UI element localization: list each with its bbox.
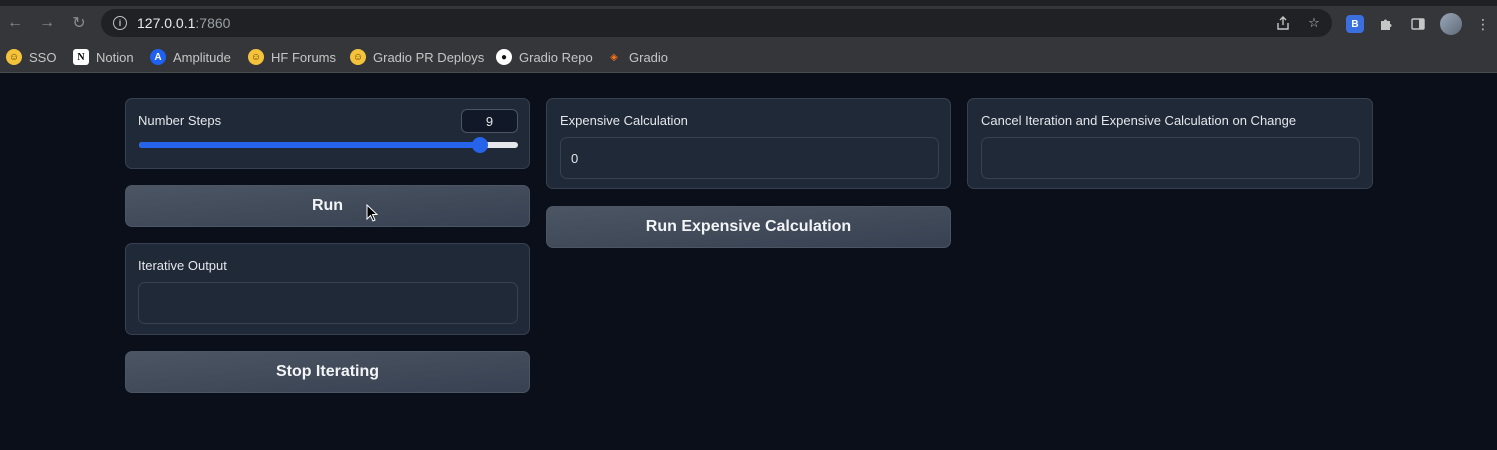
number-steps-input[interactable]: 9 [461,109,518,133]
bookmark-label: Gradio PR Deploys [373,49,485,65]
bookmark-label: Gradio Repo [519,49,593,65]
run-expensive-calculation-button[interactable]: Run Expensive Calculation [546,206,951,248]
reload-icon[interactable]: ↻ [68,12,90,34]
expensive-calculation-label: Expensive Calculation [560,113,688,128]
number-steps-slider[interactable] [139,137,518,153]
github-icon: ● [496,49,512,65]
iterative-output-label: Iterative Output [138,258,227,273]
url-host: 127.0.0.1 [137,15,196,31]
bookmark-amplitude[interactable]: A Amplitude [150,48,231,66]
browser-toolbar: ← → ↻ i 127.0.0.1:7860 ☆ B ⋮ [0,6,1497,40]
extensions-puzzle-icon[interactable] [1377,15,1395,33]
url-port: :7860 [195,15,231,31]
expensive-calculation-block: Expensive Calculation 0 [546,98,951,189]
address-bar[interactable]: i 127.0.0.1:7860 ☆ [101,9,1332,37]
bookmark-notion[interactable]: N Notion [73,48,134,66]
iterative-output-block: Iterative Output [125,243,530,335]
bookmark-hf-forums[interactable]: ☺ HF Forums [248,48,336,66]
notion-icon: N [73,49,89,65]
cancel-on-change-block: Cancel Iteration and Expensive Calculati… [967,98,1373,189]
gradio-icon: ◈ [610,51,618,63]
browser-menu-icon[interactable]: ⋮ [1474,15,1492,33]
bookmark-label: SSO [29,49,57,65]
share-icon[interactable] [1275,15,1291,31]
bitwarden-extension-icon[interactable]: B [1346,15,1364,33]
back-icon[interactable]: ← [4,12,26,34]
bookmark-gradio[interactable]: ◈ Gradio [606,48,668,66]
slider-thumb[interactable] [472,137,489,153]
hugging-face-icon: ☺ [350,49,366,65]
hugging-face-icon: ☺ [6,49,22,65]
slider-fill [139,142,481,148]
bookmark-star-icon[interactable]: ☆ [1306,15,1322,31]
cancel-on-change-label: Cancel Iteration and Expensive Calculati… [981,113,1297,128]
expensive-calculation-textbox[interactable]: 0 [560,137,939,179]
iterative-output-textbox[interactable] [138,282,518,324]
run-button[interactable]: Run [125,185,530,227]
bookmarks-bar: ☺ SSO N Notion A Amplitude ☺ HF Forums ☺ Grad… [0,40,1497,73]
bookmark-label: Amplitude [173,49,231,65]
bookmark-gradio-pr-deploys[interactable]: ☺ Gradio PR Deploys [350,48,484,66]
bookmark-label: HF Forums [271,49,336,65]
number-steps-label: Number Steps [138,113,222,128]
site-info-icon[interactable]: i [113,16,127,30]
profile-avatar[interactable] [1440,13,1462,35]
bookmark-gradio-repo[interactable]: ● Gradio Repo [496,48,593,66]
bookmark-sso[interactable]: ☺ SSO [6,48,56,66]
bookmark-label: Gradio [629,49,669,65]
hugging-face-icon: ☺ [248,49,264,65]
side-panel-icon[interactable] [1409,15,1427,33]
stop-iterating-button[interactable]: Stop Iterating [125,351,530,393]
number-steps-block: Number Steps 9 [125,98,530,169]
mouse-cursor-icon [366,204,378,222]
amplitude-icon: A [150,49,166,65]
address-url[interactable]: 127.0.0.1:7860 [137,15,230,31]
cancel-on-change-textbox[interactable] [981,137,1360,179]
bookmark-label: Notion [96,49,134,65]
forward-icon[interactable]: → [36,12,58,34]
